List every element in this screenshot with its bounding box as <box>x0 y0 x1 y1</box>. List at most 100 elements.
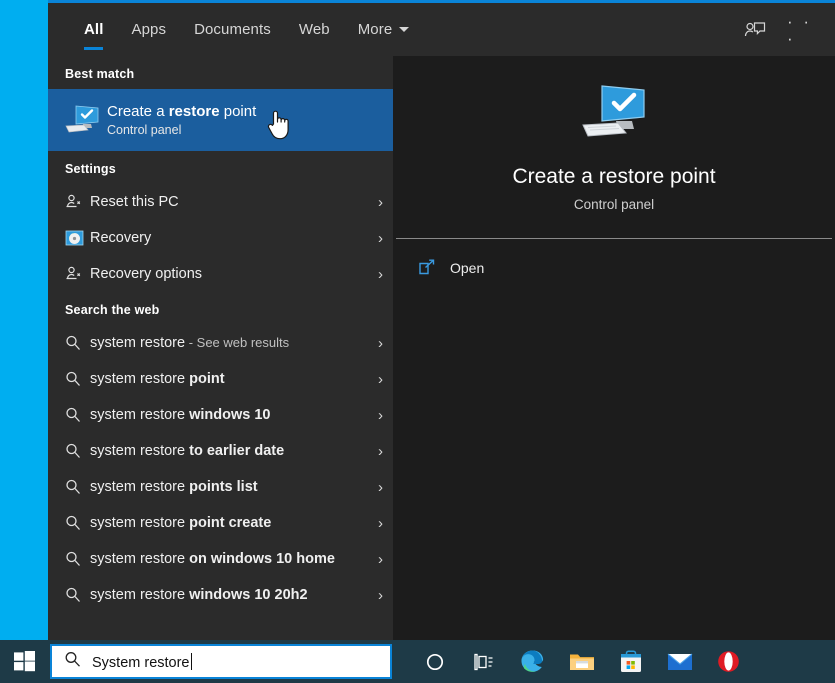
chevron-right-icon: › <box>378 550 383 568</box>
chevron-right-icon: › <box>378 265 383 283</box>
chevron-down-icon <box>399 27 410 32</box>
open-external-icon <box>419 259 436 278</box>
web-suggestion-query: system restore <box>90 515 190 531</box>
microsoft-edge-icon[interactable] <box>508 640 557 683</box>
web-suggestion-row[interactable]: system restore to earlier date › <box>48 433 393 469</box>
web-suggestion-row[interactable]: system restore - See web results › <box>48 325 393 361</box>
best-match-title-suffix: point <box>219 103 257 120</box>
tab-more-label: More <box>357 21 393 38</box>
web-suggestion-row[interactable]: system restore windows 10 › <box>48 397 393 433</box>
windows-search-flyout: All Apps Documents Web More · · · Best m… <box>48 0 835 640</box>
search-results-pane: Best match Create a restore point Contro… <box>48 56 393 640</box>
web-suggestion-label: system restore points list <box>90 479 372 495</box>
search-icon <box>65 515 90 531</box>
settings-item-label: Reset this PC <box>90 194 179 210</box>
tab-apps-label: Apps <box>131 21 167 38</box>
tab-all[interactable]: All <box>70 3 117 56</box>
settings-item-label: Recovery <box>90 230 152 246</box>
search-body: Best match Create a restore point Contro… <box>48 56 835 640</box>
search-icon <box>65 443 90 459</box>
settings-heading: Settings <box>65 162 116 176</box>
chevron-right-icon: › <box>378 229 383 247</box>
search-tabs: All Apps Documents Web More <box>48 3 423 56</box>
web-suggestion-query: system restore <box>90 371 190 387</box>
best-match-title-bold: restore <box>168 103 220 120</box>
web-suggestion-label: system restore point <box>90 371 372 387</box>
tab-web-label: Web <box>298 21 330 38</box>
web-suggestion-query: system restore <box>90 335 186 351</box>
settings-item-reset-this-pc[interactable]: Reset this PC › <box>48 184 393 220</box>
chevron-right-icon: › <box>378 442 383 460</box>
settings-item-label: Recovery options <box>90 266 203 282</box>
chevron-right-icon: › <box>378 370 383 388</box>
system-settings-icon <box>65 266 90 282</box>
preview-title: Create a restore point <box>512 165 716 188</box>
web-suggestion-completion: windows 10 20h2 <box>189 587 308 603</box>
best-match-subtitle: Control panel <box>107 123 182 137</box>
web-suggestion-label: system restore on windows 10 home <box>90 551 372 567</box>
search-the-web-heading: Search the web <box>65 303 160 317</box>
taskbar-search-text: System restore <box>92 654 190 671</box>
web-suggestion-query: system restore <box>90 407 190 423</box>
web-suggestion-completion: point create <box>189 515 272 531</box>
preview-pane: Create a restore point Control panel Ope… <box>393 56 835 640</box>
task-view-icon[interactable] <box>459 640 508 683</box>
search-icon <box>65 371 90 387</box>
web-suggestion-label: system restore - See web results <box>90 335 372 351</box>
web-suggestion-query: system restore <box>90 443 190 459</box>
tab-more[interactable]: More <box>344 3 424 56</box>
search-icon <box>64 651 81 673</box>
web-suggestion-completion: point <box>189 371 225 387</box>
best-match-heading: Best match <box>65 67 135 81</box>
tab-documents[interactable]: Documents <box>180 3 285 56</box>
best-match-title: Create a restore point <box>107 103 256 120</box>
restore-point-monitor-large-icon <box>582 84 646 147</box>
taskbar: System restore <box>0 640 835 683</box>
tab-apps[interactable]: Apps <box>117 3 180 56</box>
windows-start-icon[interactable] <box>0 640 48 683</box>
mail-icon[interactable] <box>655 640 704 683</box>
feedback-person-icon[interactable] <box>741 16 769 44</box>
web-suggestion-row[interactable]: system restore windows 10 20h2 › <box>48 577 393 613</box>
web-suggestion-label: system restore windows 10 <box>90 407 372 423</box>
web-suggestion-row[interactable]: system restore point › <box>48 361 393 397</box>
chevron-right-icon: › <box>378 514 383 532</box>
system-settings-icon <box>65 194 90 210</box>
web-suggestion-query: system restore <box>90 551 190 567</box>
best-match-row[interactable]: Create a restore point Control panel <box>48 89 393 151</box>
cortana-icon[interactable] <box>410 640 459 683</box>
web-suggestion-label: system restore point create <box>90 515 372 531</box>
settings-item-recovery[interactable]: Recovery › <box>48 220 393 256</box>
web-suggestion-query: system restore <box>90 479 190 495</box>
header-actions: · · · <box>741 13 835 47</box>
chevron-right-icon: › <box>378 334 383 352</box>
web-suggestion-row[interactable]: system restore points list › <box>48 469 393 505</box>
recovery-disc-icon <box>65 230 90 247</box>
best-match-title-prefix: Create a <box>107 103 169 120</box>
microsoft-store-icon[interactable] <box>606 640 655 683</box>
chevron-right-icon: › <box>378 193 383 211</box>
web-suggestion-completion: points list <box>189 479 258 495</box>
web-suggestion-label: system restore windows 10 20h2 <box>90 587 372 603</box>
open-action-label: Open <box>450 260 485 276</box>
taskbar-icons <box>410 640 753 683</box>
preview-subtitle: Control panel <box>573 197 655 212</box>
search-icon <box>65 407 90 423</box>
web-suggestion-row[interactable]: system restore on windows 10 home › <box>48 541 393 577</box>
search-icon <box>65 587 90 603</box>
opera-icon[interactable] <box>704 640 753 683</box>
text-cursor <box>190 652 192 670</box>
tab-all-label: All <box>84 21 104 38</box>
settings-item-recovery-options[interactable]: Recovery options › <box>48 256 393 292</box>
preview-actions: Open <box>393 239 835 283</box>
screen: All Apps Documents Web More · · · Best m… <box>0 0 835 683</box>
search-icon <box>65 335 90 351</box>
open-action-button[interactable]: Open <box>419 253 835 283</box>
taskbar-search-input[interactable]: System restore <box>50 644 392 679</box>
overflow-menu-icon[interactable]: · · · <box>787 13 815 47</box>
tab-web[interactable]: Web <box>285 3 344 56</box>
web-suggestion-completion: on windows 10 home <box>189 551 335 567</box>
web-suggestion-row[interactable]: system restore point create › <box>48 505 393 541</box>
file-explorer-icon[interactable] <box>557 640 606 683</box>
taskbar-search-value: System restore <box>92 652 192 671</box>
